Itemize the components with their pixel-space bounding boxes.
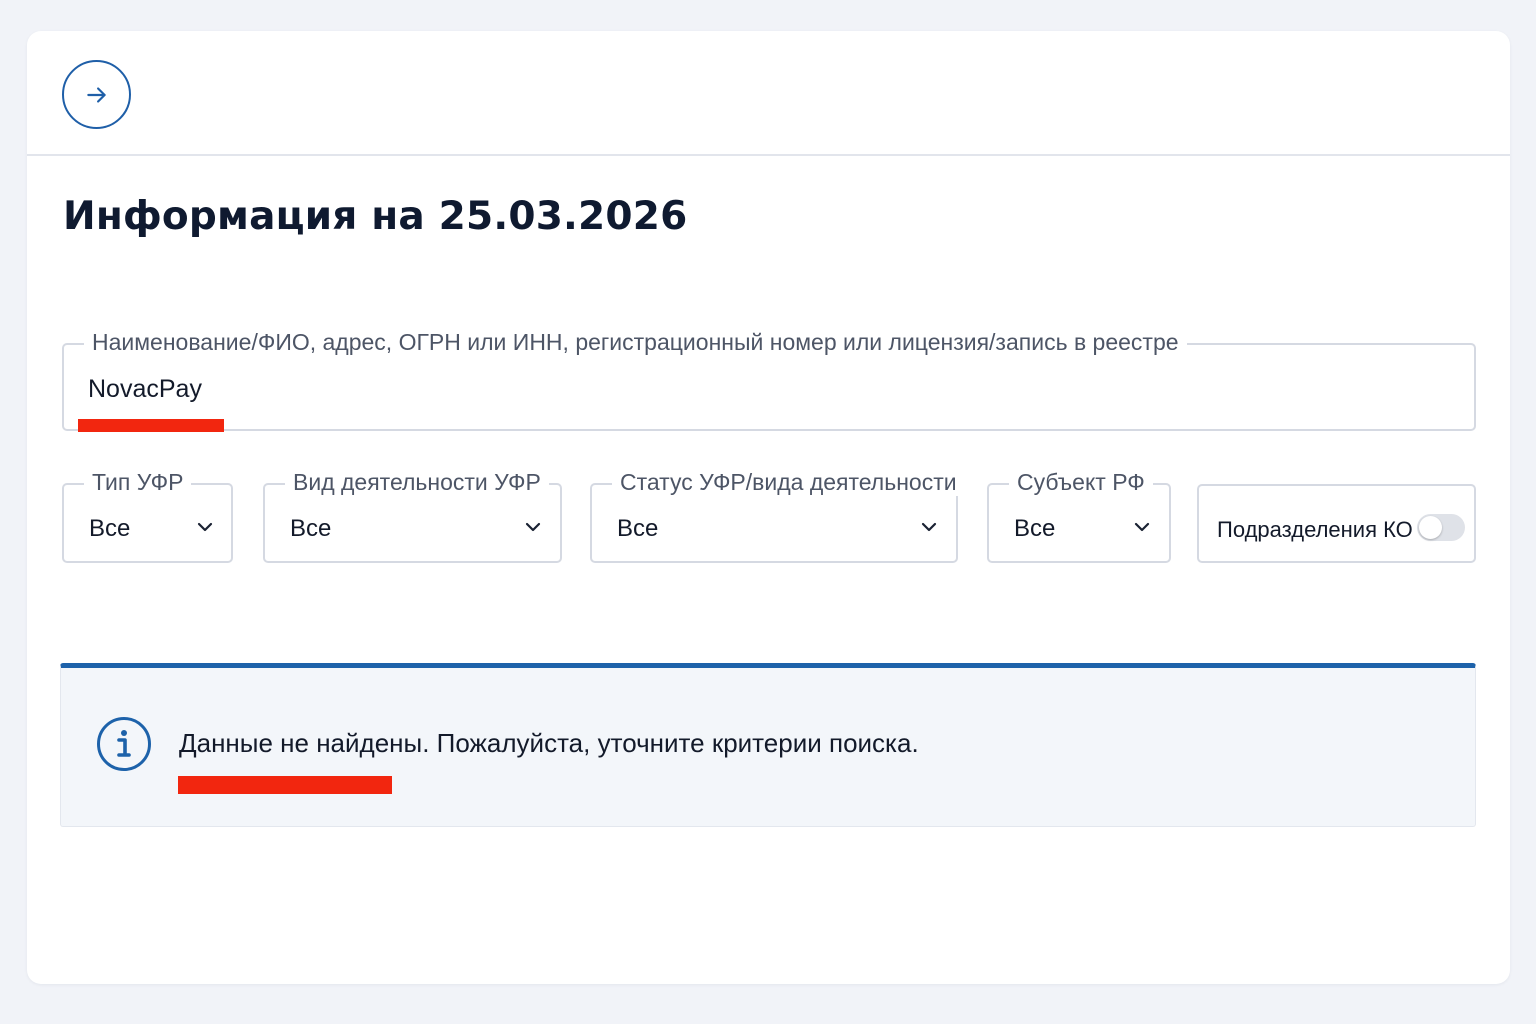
filter-activity-value: Все (290, 515, 332, 542)
main-card: Информация на 25.03.2026 Наименование/ФИ… (27, 31, 1510, 984)
filter-status-label: Статус УФР/вида деятельности (612, 469, 965, 496)
filter-activity-label: Вид деятельности УФР (285, 469, 549, 496)
filter-activity-select[interactable]: Вид деятельности УФР Все (263, 469, 562, 563)
filter-region-value: Все (1014, 515, 1056, 542)
page-title: Информация на 25.03.2026 (63, 194, 688, 239)
filter-type-select[interactable]: Тип УФР Все (62, 469, 233, 563)
no-results-notice: Данные не найдены. Пожалуйста, уточните … (60, 663, 1476, 827)
branches-toggle[interactable] (1417, 514, 1465, 541)
chevron-down-icon (1134, 522, 1150, 532)
filter-status-value: Все (617, 515, 659, 542)
chevron-down-icon (921, 522, 937, 532)
branches-toggle-label: Подразделения КО (1217, 517, 1413, 542)
top-bar (27, 31, 1510, 156)
chevron-down-icon (525, 522, 541, 532)
search-input[interactable]: NovacPay (88, 375, 202, 404)
search-value-highlight (78, 419, 224, 432)
branches-toggle-field: Подразделения КО (1197, 484, 1476, 563)
filter-status-select[interactable]: Статус УФР/вида деятельности Все (590, 469, 965, 563)
arrow-right-icon (86, 86, 106, 103)
search-field[interactable]: Наименование/ФИО, адрес, ОГРН или ИНН, р… (62, 329, 1476, 431)
notice-text-highlight (178, 776, 392, 794)
arrow-right-button[interactable] (62, 60, 131, 129)
search-field-label: Наименование/ФИО, адрес, ОГРН или ИНН, р… (84, 329, 1187, 356)
notice-message: Данные не найдены. Пожалуйста, уточните … (179, 728, 919, 758)
filter-region-select[interactable]: Субъект РФ Все (987, 469, 1171, 563)
chevron-down-icon (197, 522, 213, 532)
toggle-knob (1419, 516, 1442, 539)
filter-type-value: Все (89, 515, 131, 542)
info-icon (97, 717, 151, 771)
filter-region-label: Субъект РФ (1009, 469, 1153, 496)
filter-type-label: Тип УФР (84, 469, 192, 496)
